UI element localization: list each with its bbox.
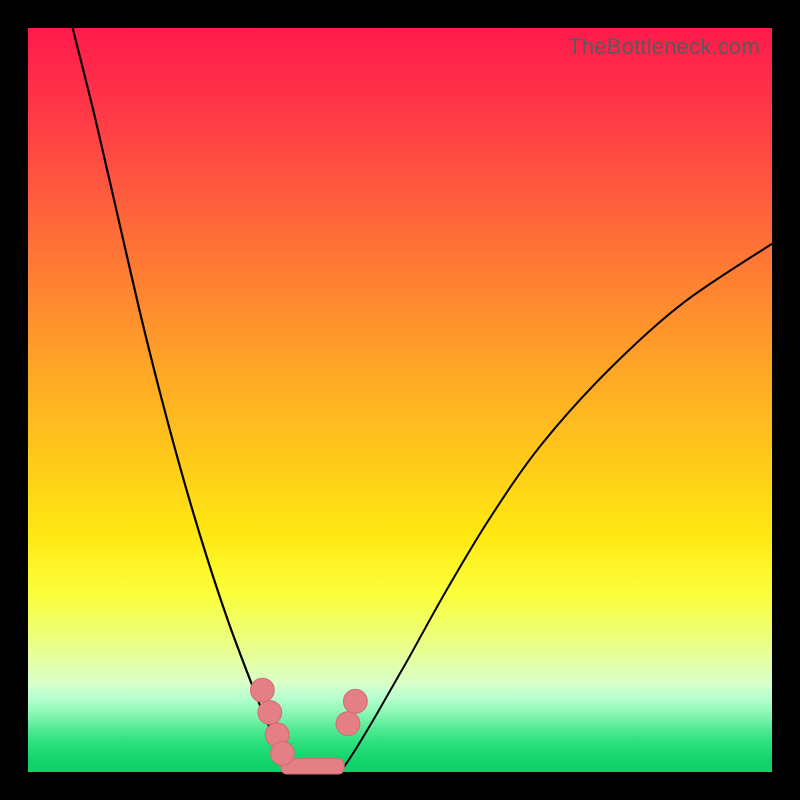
left-curve [73,28,289,772]
marker-dot [336,712,360,736]
curves-svg [28,28,772,772]
markers-group [250,678,367,765]
marker-dot [271,741,295,765]
marker-dot [250,678,274,702]
marker-dot [343,689,367,713]
right-curve [340,244,772,772]
marker-dot [258,701,282,725]
chart-frame: TheBottleneck.com [0,0,800,800]
plot-area: TheBottleneck.com [28,28,772,772]
